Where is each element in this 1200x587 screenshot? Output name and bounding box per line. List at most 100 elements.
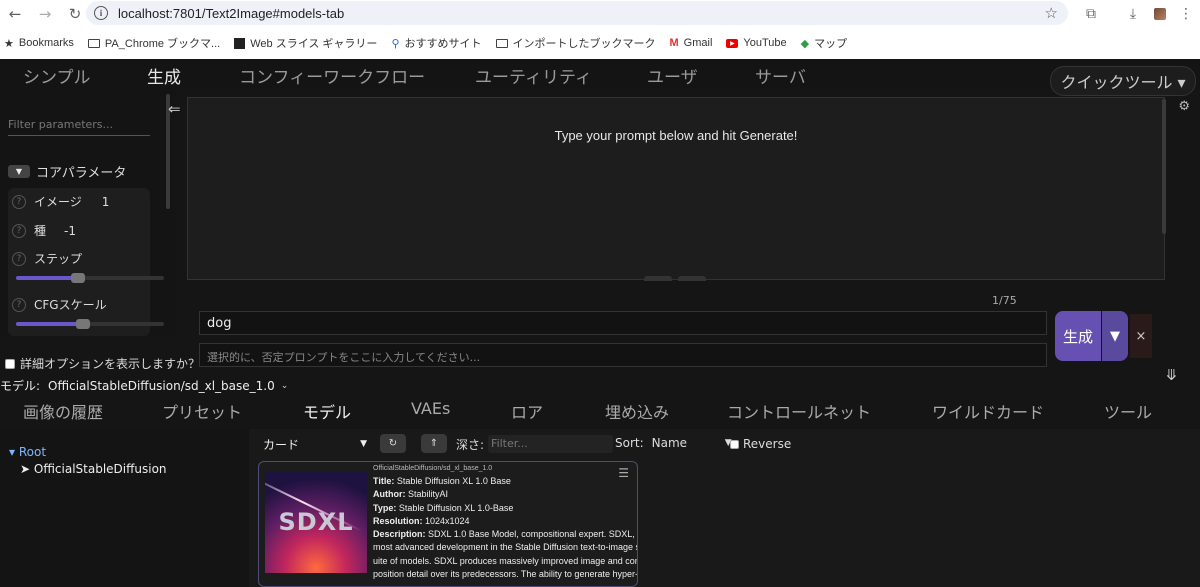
model-path: OfficialStableDiffusion/sd_xl_base_1.0	[373, 465, 493, 472]
output-scrollbar[interactable]	[1162, 99, 1166, 234]
slider-thumb[interactable]	[75, 319, 90, 329]
folder-icon	[495, 38, 508, 48]
image-output-area: Type your prompt below and hit Generate!	[187, 97, 1165, 281]
bookmark-imported[interactable]: インポートしたブックマーク	[495, 35, 656, 51]
bookmark-maps[interactable]: ◆ マップ	[801, 35, 847, 51]
collapse-sidebar-icon[interactable]: ⇐	[168, 100, 181, 118]
param-images-value[interactable]: 1	[102, 195, 110, 209]
tab-lora[interactable]: ロア	[511, 399, 543, 423]
advanced-options-toggle[interactable]: 詳細オプションを表示しますか？	[5, 355, 200, 372]
bookmark-bookmarks[interactable]: ★ Bookmarks	[4, 37, 74, 50]
tab-embeddings[interactable]: 埋め込み	[605, 399, 669, 423]
model-type: Stable Diffusion XL 1.0-Base	[398, 502, 514, 513]
quick-tools-button[interactable]: クイックツール ▾	[1050, 66, 1196, 96]
generate-button[interactable]: 生成	[1055, 311, 1101, 361]
tab-vaes[interactable]: VAEs	[411, 399, 450, 418]
address-bar[interactable]: i localhost:7801/Text2Image#models-tab ☆	[86, 1, 1068, 25]
back-icon[interactable]: ←	[0, 0, 30, 27]
reverse-toggle[interactable]: Reverse	[730, 437, 791, 451]
tab-tools[interactable]: ツール	[1104, 399, 1152, 423]
bookmark-youtube[interactable]: ▶ YouTube	[726, 37, 787, 49]
help-icon[interactable]: ?	[12, 297, 26, 312]
bookmark-star-icon[interactable]: ☆	[1045, 4, 1058, 22]
core-params-header[interactable]: ▼ コアパラメータ	[8, 162, 126, 181]
view-mode-select[interactable]: カード ▼	[263, 435, 367, 453]
extensions-icon[interactable]: ⧉	[1078, 0, 1104, 27]
sort-select[interactable]: Name ▼	[652, 436, 732, 450]
bookmark-pa-chrome[interactable]: PA_Chrome ブックマ...	[87, 35, 221, 51]
sort-control: Sort: Name ▼	[615, 436, 732, 450]
refresh-button[interactable]: ↻	[380, 434, 406, 453]
gmail-icon: M	[669, 37, 679, 49]
tree-root[interactable]: ▾ Root	[9, 445, 46, 459]
web-slice-icon	[234, 37, 246, 49]
param-seed: ? 種 -1	[12, 222, 76, 239]
model-browser: カード ▼ ↻ ⇑ 深さ: Filter... Sort: Name ▼ Rev…	[249, 429, 1200, 587]
model-description-line: uite of models. SDXL produces massively …	[373, 555, 637, 566]
cfg-slider[interactable]	[16, 319, 164, 329]
gear-icon[interactable]: ⚙	[1178, 99, 1190, 114]
help-icon[interactable]: ?	[12, 194, 26, 209]
model-selected-value: OfficialStableDiffusion/sd_xl_base_1.0	[48, 378, 275, 393]
maps-icon: ◆	[800, 37, 810, 50]
help-icon[interactable]: ?	[12, 251, 26, 266]
depth-filter-input[interactable]: Filter...	[488, 435, 614, 453]
interrupt-button[interactable]: ×	[1130, 314, 1152, 358]
bookmark-label: YouTube	[743, 37, 787, 49]
prompt-input[interactable]: dog	[199, 311, 1047, 335]
model-info: OfficialStableDiffusion/sd_xl_base_1.0 T…	[373, 465, 637, 581]
collapse-toggle-icon[interactable]: ▼	[8, 165, 30, 178]
url-text[interactable]: localhost:7801/Text2Image#models-tab	[118, 6, 344, 21]
negative-prompt-input[interactable]: 選択的に、否定プロンプトをここに入力してください...	[199, 343, 1047, 367]
tab-controlnet[interactable]: コントロールネット	[727, 399, 871, 423]
tab-wildcards[interactable]: ワイルドカード	[932, 399, 1044, 423]
filter-params-input[interactable]: Filter parameters...	[8, 118, 150, 136]
model-description-line: Description: SDXL 1.0 Base Model, compos…	[373, 528, 637, 541]
model-description: SDXL 1.0 Base Model, compositional exper…	[428, 529, 637, 540]
bookmark-label: Bookmarks	[18, 37, 74, 49]
reverse-checkbox[interactable]	[730, 439, 739, 449]
bookmark-label: PA_Chrome ブックマ...	[104, 38, 221, 50]
model-description-line: position detail over its predecessors. T…	[373, 569, 637, 580]
up-folder-button[interactable]: ⇑	[421, 434, 447, 453]
tab-server[interactable]: サーバ	[755, 63, 806, 88]
menu-icon[interactable]: ⋮	[1178, 0, 1194, 27]
tab-image-history[interactable]: 画像の履歴	[23, 399, 103, 423]
bookmark-gmail[interactable]: M Gmail	[670, 37, 713, 49]
steps-slider[interactable]	[16, 273, 164, 283]
bookmark-web-slice[interactable]: Web スライス ギャラリー	[234, 35, 377, 51]
tree-item[interactable]: ➤ OfficialStableDiffusion	[20, 462, 167, 476]
bookmark-label: マップ	[814, 38, 848, 50]
tab-comfy-workflow[interactable]: コンフィーワークフロー	[239, 63, 425, 88]
model-card[interactable]: SDXL ☰ OfficialStableDiffusion/sd_xl_bas…	[258, 461, 638, 587]
forward-icon[interactable]: →	[30, 0, 60, 27]
expand-bottom-icon[interactable]: ⤋	[1165, 366, 1178, 384]
sort-label: Sort:	[615, 436, 644, 450]
model-author: StabilityAI	[408, 489, 449, 500]
tab-user[interactable]: ユーザ	[647, 63, 698, 88]
resize-handle[interactable]	[644, 276, 672, 281]
model-select[interactable]: OfficialStableDiffusion/sd_xl_base_1.0 ⌄	[48, 379, 288, 393]
tab-models[interactable]: モデル	[303, 399, 351, 423]
folder-icon	[87, 38, 100, 48]
site-info-icon[interactable]: i	[94, 6, 108, 20]
field-key: Author:	[373, 489, 406, 500]
bookmark-recommended[interactable]: ⚲ おすすめサイト	[391, 35, 481, 51]
app-root: シンプル 生成 コンフィーワークフロー ユーティリティ ユーザ サーバ クイック…	[0, 59, 1200, 587]
param-label: イメージ	[34, 195, 82, 209]
tab-simple[interactable]: シンプル	[23, 63, 91, 88]
slider-thumb[interactable]	[71, 273, 86, 283]
generate-options-button[interactable]: ▼	[1102, 311, 1128, 361]
tab-presets[interactable]: プリセット	[162, 399, 242, 423]
slider-fill	[16, 276, 79, 280]
download-icon[interactable]: ⤓	[1120, 0, 1146, 27]
tree-item-label: OfficialStableDiffusion	[33, 462, 167, 476]
tab-utilities[interactable]: ユーティリティ	[475, 63, 592, 88]
resize-handle[interactable]	[678, 276, 706, 281]
tab-generate[interactable]: 生成	[147, 63, 181, 88]
advanced-options-checkbox[interactable]	[5, 358, 15, 369]
help-icon[interactable]: ?	[12, 223, 26, 238]
profile-avatar[interactable]	[1150, 0, 1170, 27]
param-seed-value[interactable]: -1	[64, 224, 76, 238]
param-steps: ? ステップ	[12, 250, 82, 267]
